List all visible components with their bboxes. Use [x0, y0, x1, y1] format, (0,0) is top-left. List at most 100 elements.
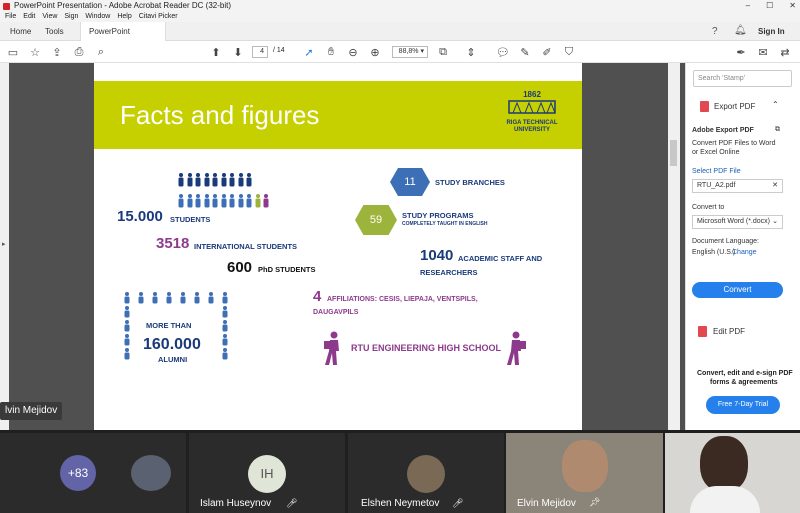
export-pdf-title[interactable]: Export PDF: [714, 102, 755, 111]
doc-language-value: English (U.S.): [692, 249, 736, 256]
tools-search-input[interactable]: Search 'Stamp': [693, 70, 792, 87]
upload-icon[interactable]: ⇪: [50, 45, 64, 59]
person-icon: [263, 194, 269, 208]
menu-window[interactable]: Window: [85, 12, 110, 22]
person-icon: [255, 194, 261, 208]
alumni-person-icon: [124, 292, 130, 305]
mail-icon[interactable]: ✉: [756, 45, 770, 59]
participant-avatar-photo-2: [407, 455, 445, 493]
hand-tool-icon[interactable]: ✋︎: [324, 45, 338, 59]
help-icon[interactable]: ?: [712, 26, 718, 37]
selected-file-field[interactable]: RTU_A2.pdf ✕: [692, 179, 783, 193]
alumni-person-icon: [124, 334, 130, 347]
promo-line2: forms & agreements: [710, 379, 778, 386]
free-trial-button[interactable]: Free 7-Day Trial: [706, 396, 780, 414]
alumni-label: ALUMNI: [158, 355, 188, 364]
student-hiker-icon-left: [324, 331, 339, 365]
scroll-thumb[interactable]: [670, 140, 677, 166]
sign-in-link[interactable]: Sign In: [758, 27, 785, 36]
format-value: Microsoft Word (*.docx): [697, 218, 770, 225]
student-hiker-icon-right: [507, 331, 526, 365]
zoom-value: 88,8%: [398, 48, 419, 55]
print-icon[interactable]: ⎙: [72, 45, 86, 59]
students-label: STUDENTS: [170, 215, 211, 224]
convert-button[interactable]: Convert: [692, 282, 783, 298]
affil-label-line2: DAUGAVPILS: [313, 309, 359, 316]
more-participants-badge[interactable]: +83: [60, 455, 96, 491]
sign-pen-icon[interactable]: ✒: [734, 45, 748, 59]
doc-language-label: Document Language:: [692, 238, 759, 245]
collapse-chevron-icon[interactable]: ⌃: [772, 100, 779, 109]
phd-label: PhD STUDENTS: [258, 265, 316, 274]
alumni-more-than: MORE THAN: [146, 321, 192, 330]
remove-file-icon[interactable]: ✕: [772, 180, 778, 192]
phd-number: 600: [227, 259, 253, 276]
programs-label: STUDY PROGRAMS: [402, 211, 474, 220]
tab-tools[interactable]: Tools: [37, 22, 72, 41]
branches-hexagon: 11: [390, 168, 430, 196]
minimize-icon[interactable]: –: [746, 0, 750, 12]
page-number-input[interactable]: 4: [252, 46, 268, 58]
tab-bar: Home Tools PowerPoint Presen... ✕ ? 🔔︎ S…: [0, 22, 800, 55]
comment-icon[interactable]: 💬︎: [496, 45, 510, 59]
menu-file[interactable]: File: [5, 12, 16, 22]
participant-name-islam: Islam Huseynov: [200, 498, 272, 509]
save-icon[interactable]: ▭: [6, 45, 20, 59]
students-number: 15.000: [117, 208, 163, 225]
alumni-person-icon: [166, 292, 172, 305]
menu-citavi[interactable]: Citavi Picker: [139, 12, 178, 22]
menu-sign[interactable]: Sign: [64, 12, 78, 22]
scroll-mode-icon[interactable]: ⇕: [464, 45, 478, 59]
change-language-link[interactable]: Change: [732, 249, 757, 256]
alumni-person-icon: [124, 348, 130, 361]
document-scrollbar[interactable]: [668, 63, 680, 430]
participant-initials-avatar: IH: [248, 455, 286, 493]
person-icon: [238, 173, 244, 187]
stamp-icon[interactable]: ⛉: [562, 45, 576, 59]
window-title: PowerPoint Presentation - Adobe Acrobat …: [14, 1, 232, 10]
select-cursor-icon[interactable]: ➚: [302, 45, 316, 59]
maximize-icon[interactable]: ☐: [766, 0, 773, 12]
prev-page-icon[interactable]: ⬆: [209, 45, 223, 59]
share-icon[interactable]: ⇄: [778, 45, 792, 59]
participant-face-elvin: [562, 440, 608, 492]
slide-title: Facts and figures: [120, 100, 320, 130]
person-icon: [187, 173, 193, 187]
draw-icon[interactable]: ✐: [540, 45, 554, 59]
zoom-out-icon[interactable]: ⊖: [346, 45, 360, 59]
branches-label: STUDY BRANCHES: [435, 178, 505, 187]
participant-avatar-photo: [131, 455, 171, 491]
tab-home[interactable]: Home: [2, 22, 39, 41]
bookmark-star-icon[interactable]: ☆: [28, 45, 42, 59]
students-people-icons: [178, 173, 272, 213]
expand-left-icon[interactable]: ▸: [2, 240, 6, 248]
alumni-person-icon: [124, 320, 130, 333]
menu-edit[interactable]: Edit: [23, 12, 35, 22]
close-window-icon[interactable]: ✕: [789, 0, 796, 12]
edit-pdf-icon: [698, 326, 707, 337]
crest-icon: [508, 100, 556, 114]
logo-crest-year: 1862: [523, 90, 541, 99]
highlight-icon[interactable]: ✎: [518, 45, 532, 59]
mic-muted-icon-2: 🎤︎: [452, 498, 464, 508]
tab-document[interactable]: PowerPoint Presen... ✕: [80, 22, 166, 55]
menu-help[interactable]: Help: [117, 12, 131, 22]
zoom-select[interactable]: 88,8% ▾: [392, 46, 428, 58]
fit-page-icon[interactable]: ⧉: [436, 45, 450, 59]
alumni-person-icon: [124, 306, 130, 319]
zoom-search-icon[interactable]: ⌕: [94, 45, 108, 59]
bell-icon[interactable]: 🔔︎: [734, 25, 747, 36]
person-icon: [178, 173, 184, 187]
select-file-label: Select PDF File: [692, 168, 741, 175]
person-icon: [221, 173, 227, 187]
zoom-in-icon[interactable]: ⊕: [368, 45, 382, 59]
format-select[interactable]: Microsoft Word (*.docx) ⌄: [692, 215, 783, 229]
convert-to-label: Convert to: [692, 204, 725, 211]
export-desc-line2: or Excel Online: [692, 149, 740, 156]
person-icon: [246, 173, 252, 187]
next-page-icon[interactable]: ⬇: [231, 45, 245, 59]
participant-name-elvin: Elvin Mejidov: [517, 498, 576, 509]
person-icon: [212, 194, 218, 208]
menu-view[interactable]: View: [42, 12, 57, 22]
edit-pdf-tool[interactable]: Edit PDF: [713, 327, 745, 336]
